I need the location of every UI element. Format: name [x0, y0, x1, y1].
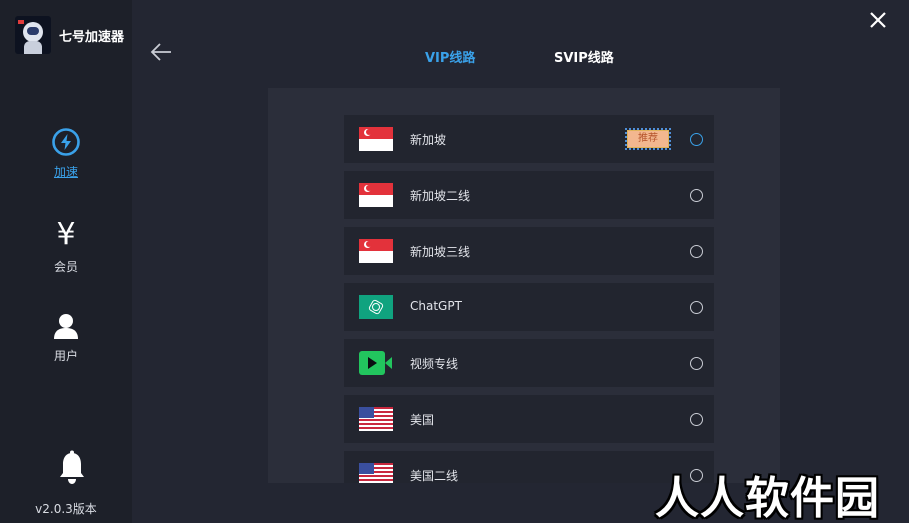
route-name: 美国: [410, 413, 435, 427]
bell-icon[interactable]: [57, 450, 87, 486]
yen-icon: ¥: [56, 217, 76, 252]
brand: 七号加速器: [15, 16, 124, 54]
version-label: v2.0.3版本: [35, 502, 97, 516]
video-play-icon: [359, 351, 393, 375]
sidebar: 七号加速器 加速 ¥ 会员 用户 v2.0.3版本: [0, 0, 132, 523]
sidebar-item-label: 加速: [53, 165, 78, 179]
route-radio[interactable]: [690, 133, 703, 146]
route-name: 美国二线: [410, 469, 459, 483]
sidebar-item-member[interactable]: ¥ 会员: [0, 220, 132, 275]
singapore-flag-icon: [359, 183, 393, 207]
route-radio[interactable]: [690, 357, 703, 370]
recommend-badge: 推荐: [625, 128, 671, 150]
close-icon[interactable]: [868, 10, 888, 30]
route-radio[interactable]: [690, 189, 703, 202]
app-title: 七号加速器: [59, 29, 125, 45]
route-name: 新加坡二线: [410, 189, 471, 203]
sidebar-item-label: 会员: [53, 260, 78, 274]
sidebar-item-speedup[interactable]: 加速: [0, 127, 132, 180]
usa-flag-icon: [359, 463, 393, 483]
route-item-singapore[interactable]: 新加坡 推荐: [344, 115, 714, 163]
route-name: ChatGPT: [410, 299, 462, 313]
usa-flag-icon: [359, 407, 393, 431]
route-item-usa[interactable]: 美国: [344, 395, 714, 443]
route-item-video[interactable]: 视频专线: [344, 339, 714, 387]
back-arrow-icon[interactable]: [150, 42, 172, 62]
route-name: 视频专线: [410, 357, 459, 371]
sidebar-item-label: 用户: [53, 349, 78, 363]
route-panel: 新加坡 推荐 新加坡二线 新加坡三线 ChatGPT 视频专线 美国 美国二线: [268, 88, 780, 483]
route-name: 新加坡: [410, 133, 447, 147]
route-item-singapore-3[interactable]: 新加坡三线: [344, 227, 714, 275]
app-window: 七号加速器 加速 ¥ 会员 用户 v2.0.3版本 VIP线路 SVIP线路 新…: [0, 0, 909, 523]
route-radio[interactable]: [690, 245, 703, 258]
singapore-flag-icon: [359, 239, 393, 263]
lightning-icon: [52, 128, 80, 156]
singapore-flag-icon: [359, 127, 393, 151]
chatgpt-icon: [359, 295, 393, 319]
watermark: 人人软件园: [655, 473, 880, 523]
route-item-singapore-2[interactable]: 新加坡二线: [344, 171, 714, 219]
route-radio[interactable]: [690, 413, 703, 426]
sidebar-item-user[interactable]: 用户: [0, 311, 132, 364]
user-icon: [54, 314, 78, 339]
route-name: 新加坡三线: [410, 245, 471, 259]
astronaut-logo-icon: [15, 16, 51, 54]
route-item-chatgpt[interactable]: ChatGPT: [344, 283, 714, 331]
route-radio[interactable]: [690, 301, 703, 314]
tab-vip[interactable]: VIP线路: [425, 47, 475, 66]
route-list: 新加坡 推荐 新加坡二线 新加坡三线 ChatGPT 视频专线 美国 美国二线: [344, 115, 714, 483]
tab-svip[interactable]: SVIP线路: [554, 47, 614, 66]
